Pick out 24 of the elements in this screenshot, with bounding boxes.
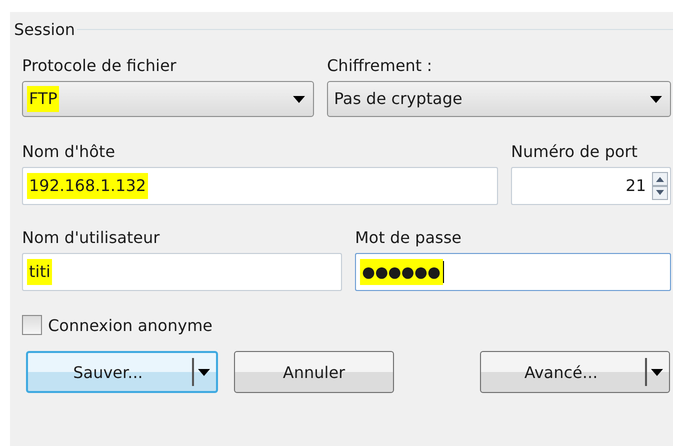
- checkbox[interactable]: [22, 315, 42, 335]
- port-field[interactable]: 21: [511, 167, 671, 205]
- field-label: Chiffrement :: [327, 55, 434, 77]
- host-field[interactable]: 192.168.1.132: [22, 167, 498, 205]
- protocol-dropdown[interactable]: FTP: [22, 81, 314, 117]
- field-label: Protocole de fichier: [22, 55, 178, 77]
- button[interactable]: Annuler: [234, 351, 394, 393]
- field-label: Numéro de port: [511, 141, 639, 163]
- caret-icon: [198, 368, 210, 376]
- field-label: Nom d'utilisateur: [22, 227, 161, 249]
- caret-icon: [650, 96, 662, 102]
- text-cursor: [442, 261, 444, 283]
- password-field[interactable]: ●●●●●●: [355, 253, 671, 291]
- checkbox-label[interactable]: Connexion anonyme: [48, 316, 213, 334]
- username-field[interactable]: titi: [22, 253, 342, 291]
- field-label: Nom d'hôte: [22, 141, 116, 163]
- spinner-icon[interactable]: [652, 172, 668, 200]
- encryption-dropdown[interactable]: Pas de cryptage: [327, 81, 671, 117]
- caret-icon: [651, 368, 663, 376]
- caret-icon: [293, 96, 305, 102]
- field-label: Mot de passe: [355, 227, 463, 249]
- split-button[interactable]: Sauver...: [26, 351, 218, 393]
- group-title: Session: [14, 20, 76, 39]
- split-button[interactable]: Avancé...: [480, 351, 670, 393]
